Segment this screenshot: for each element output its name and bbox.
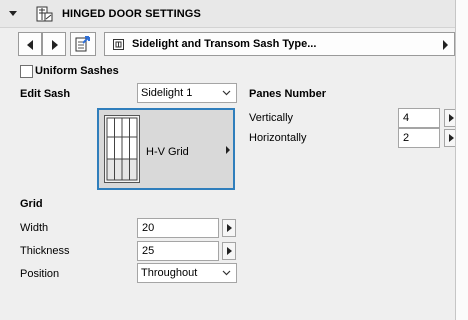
uniform-sashes-label[interactable]: Uniform Sashes [35,65,119,77]
horizontally-input[interactable]: 2 [398,128,440,148]
edit-sash-dropdown[interactable]: Sidelight 1 [137,83,237,103]
door-settings-icon [36,6,53,22]
width-stepper[interactable] [222,219,236,237]
hinged-door-settings-panel: HINGED DOOR SETTINGS Sidelight and Trans… [0,0,458,320]
position-value: Throughout [141,267,198,279]
triangle-right-icon [226,146,230,154]
sash-navigation-bar: Sidelight and Transom Sash Type... [18,32,455,56]
position-dropdown[interactable]: Throughout [137,263,237,283]
width-input[interactable]: 20 [137,218,219,238]
scroll-area [456,0,468,320]
triangle-right-icon [52,40,58,50]
panel-title: HINGED DOOR SETTINGS [62,8,201,20]
grid-title: Grid [20,198,43,210]
triangle-right-icon [449,114,454,122]
preview-label: H-V Grid [146,146,189,158]
triangle-right-icon [227,224,232,232]
width-label: Width [20,222,49,234]
sash-grid-icon [104,115,140,183]
thickness-stepper[interactable] [222,242,236,260]
triangle-left-icon [27,40,33,50]
triangle-right-icon [227,247,232,255]
thickness-input[interactable]: 25 [137,241,219,261]
triangle-right-icon [443,40,448,50]
panel-header[interactable]: HINGED DOOR SETTINGS [0,0,455,28]
triangle-right-icon [449,134,454,142]
vertically-label: Vertically [249,112,294,124]
previous-button[interactable] [18,32,42,56]
thickness-label: Thickness [20,245,70,257]
chevron-down-icon [222,270,231,276]
horizontally-label: Horizontally [249,132,307,144]
edit-sash-value: Sidelight 1 [141,87,193,99]
edit-sash-label: Edit Sash [20,88,71,100]
sash-type-selector[interactable]: Sidelight and Transom Sash Type... [104,32,455,56]
sash-preview-tile[interactable]: H-V Grid [97,108,235,190]
triangle-down-icon[interactable] [9,11,17,16]
sash-type-label: Sidelight and Transom Sash Type... [132,38,317,50]
chevron-down-icon [222,90,231,96]
uniform-sashes-checkbox[interactable] [20,65,33,78]
panes-number-title: Panes Number [249,88,327,100]
favorites-arrow-icon [75,36,90,52]
vertically-input[interactable]: 4 [398,108,440,128]
favorites-button[interactable] [70,32,96,56]
next-button[interactable] [42,32,66,56]
position-label: Position [20,268,60,280]
grid-square-icon [113,39,124,50]
